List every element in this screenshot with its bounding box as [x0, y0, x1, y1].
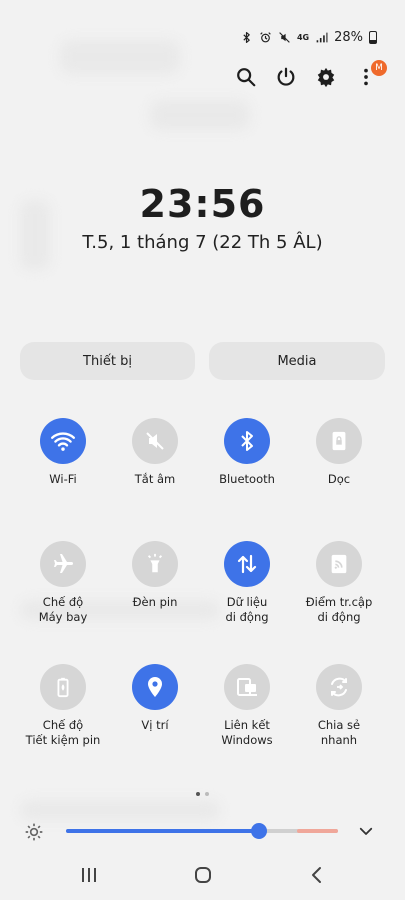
tile-label: Chế độ	[42, 595, 84, 609]
tile-label: Liên kết	[224, 718, 270, 732]
bluetooth-icon	[241, 431, 253, 451]
tile-quick-share[interactable]: Chia sẻ nhanh	[293, 664, 385, 748]
background-blur	[20, 800, 220, 820]
tile-link-windows[interactable]: Liên kết Windows	[201, 664, 293, 748]
network-type-label: 4G	[296, 32, 310, 42]
background-blur	[150, 100, 250, 130]
battery-icon	[369, 31, 377, 44]
tile-bluetooth-toggle[interactable]	[224, 418, 270, 464]
alarm-icon	[260, 32, 271, 43]
tile-mute-toggle[interactable]	[132, 418, 178, 464]
power-icon	[277, 67, 295, 86]
mute-icon	[279, 32, 290, 43]
brightness-slider[interactable]	[66, 823, 338, 839]
tile-label-secondary: Máy bay	[38, 610, 88, 624]
search-icon	[237, 68, 256, 87]
power-button[interactable]	[273, 64, 299, 90]
tile-label-secondary: Windows	[221, 733, 273, 747]
page-indicator	[0, 792, 405, 796]
portrait-lock-icon	[332, 431, 346, 451]
back-button[interactable]	[302, 862, 332, 888]
more-options-button[interactable]: M	[353, 60, 387, 90]
mobile-data-icon	[237, 554, 257, 574]
recent-apps-button[interactable]	[74, 862, 104, 888]
tile-portrait[interactable]: Dọc	[293, 418, 385, 487]
tile-quick-share-toggle[interactable]	[316, 664, 362, 710]
tile-label: Dọc	[327, 472, 351, 486]
tile-power-saving-toggle[interactable]	[40, 664, 86, 710]
recent-apps-icon	[82, 868, 96, 882]
navigation-bar	[0, 858, 405, 892]
media-button-label: Media	[277, 353, 317, 369]
tile-wifi[interactable]: Wi-Fi	[17, 418, 109, 487]
tile-label: Bluetooth	[219, 472, 275, 486]
tile-flashlight[interactable]: Đèn pin	[109, 541, 201, 610]
tile-link-windows-toggle[interactable]	[224, 664, 270, 710]
tile-mobile-data[interactable]: Dữ liệu di động	[201, 541, 293, 625]
link-windows-icon	[237, 678, 257, 696]
tile-label: Chế độ	[42, 718, 84, 732]
tile-hotspot[interactable]: Điểm tr.cập di động	[293, 541, 385, 625]
tile-label-secondary: nhanh	[320, 733, 358, 747]
tile-mobile-data-toggle[interactable]	[224, 541, 270, 587]
status-bar: 4G 28%	[240, 30, 377, 45]
tile-label: Chia sẻ	[317, 718, 361, 732]
tile-label: Điểm tr.cập	[305, 595, 373, 609]
chevron-down-icon[interactable]	[357, 822, 375, 840]
brightness-control	[0, 818, 405, 844]
tile-location-toggle[interactable]	[132, 664, 178, 710]
tile-mute[interactable]: Tắt âm	[109, 418, 201, 487]
brightness-track-fill	[66, 829, 259, 833]
search-button[interactable]	[233, 64, 259, 90]
tile-label: Wi-Fi	[49, 472, 77, 486]
power-saving-icon	[57, 677, 69, 698]
account-badge: M	[371, 60, 387, 76]
tile-label: Dữ liệu	[226, 595, 268, 609]
wifi-icon	[50, 432, 76, 451]
devices-button-label: Thiết bị	[83, 353, 132, 369]
bluetooth-icon	[243, 32, 250, 43]
home-icon	[195, 867, 211, 883]
settings-icon	[317, 67, 335, 88]
devices-button[interactable]: Thiết bị	[20, 342, 195, 380]
tile-bluetooth[interactable]: Bluetooth	[201, 418, 293, 487]
home-button[interactable]	[188, 862, 218, 888]
tile-label: Tắt âm	[134, 472, 176, 486]
quick-share-icon	[331, 677, 347, 697]
settings-button[interactable]	[313, 64, 339, 90]
tile-hotspot-toggle[interactable]	[316, 541, 362, 587]
brightness-icon	[25, 823, 43, 841]
tile-airplane-mode[interactable]: Chế độ Máy bay	[17, 541, 109, 625]
panel-top-actions: M	[0, 60, 405, 92]
tile-label: Vị trí	[141, 718, 169, 732]
tile-label-secondary: di động	[225, 610, 269, 624]
tile-portrait-toggle[interactable]	[316, 418, 362, 464]
page-dot	[196, 792, 200, 796]
tile-airplane-toggle[interactable]	[40, 541, 86, 587]
brightness-thumb[interactable]	[251, 823, 267, 839]
mute-icon	[146, 432, 164, 450]
tile-label-secondary: di động	[317, 610, 361, 624]
tile-location[interactable]: Vị trí	[109, 664, 201, 733]
battery-percentage: 28%	[334, 30, 363, 45]
media-button[interactable]: Media	[209, 342, 385, 380]
hotspot-icon	[331, 554, 347, 574]
tile-label: Đèn pin	[132, 595, 178, 609]
page-dot	[205, 792, 209, 796]
brightness-track-warm	[297, 829, 338, 833]
location-icon	[148, 677, 162, 697]
clock-time: 23:56	[139, 182, 266, 226]
tile-wifi-toggle[interactable]	[40, 418, 86, 464]
signal-icon	[316, 32, 328, 43]
airplane-icon	[54, 554, 73, 573]
clock-date[interactable]: T.5, 1 tháng 7 (22 Th 5 ÂL)	[0, 232, 405, 253]
flashlight-icon	[147, 553, 163, 573]
tile-power-saving[interactable]: Chế độ Tiết kiệm pin	[17, 664, 109, 748]
tile-flashlight-toggle[interactable]	[132, 541, 178, 587]
tile-label-secondary: Tiết kiệm pin	[25, 733, 101, 747]
back-icon	[312, 867, 321, 883]
